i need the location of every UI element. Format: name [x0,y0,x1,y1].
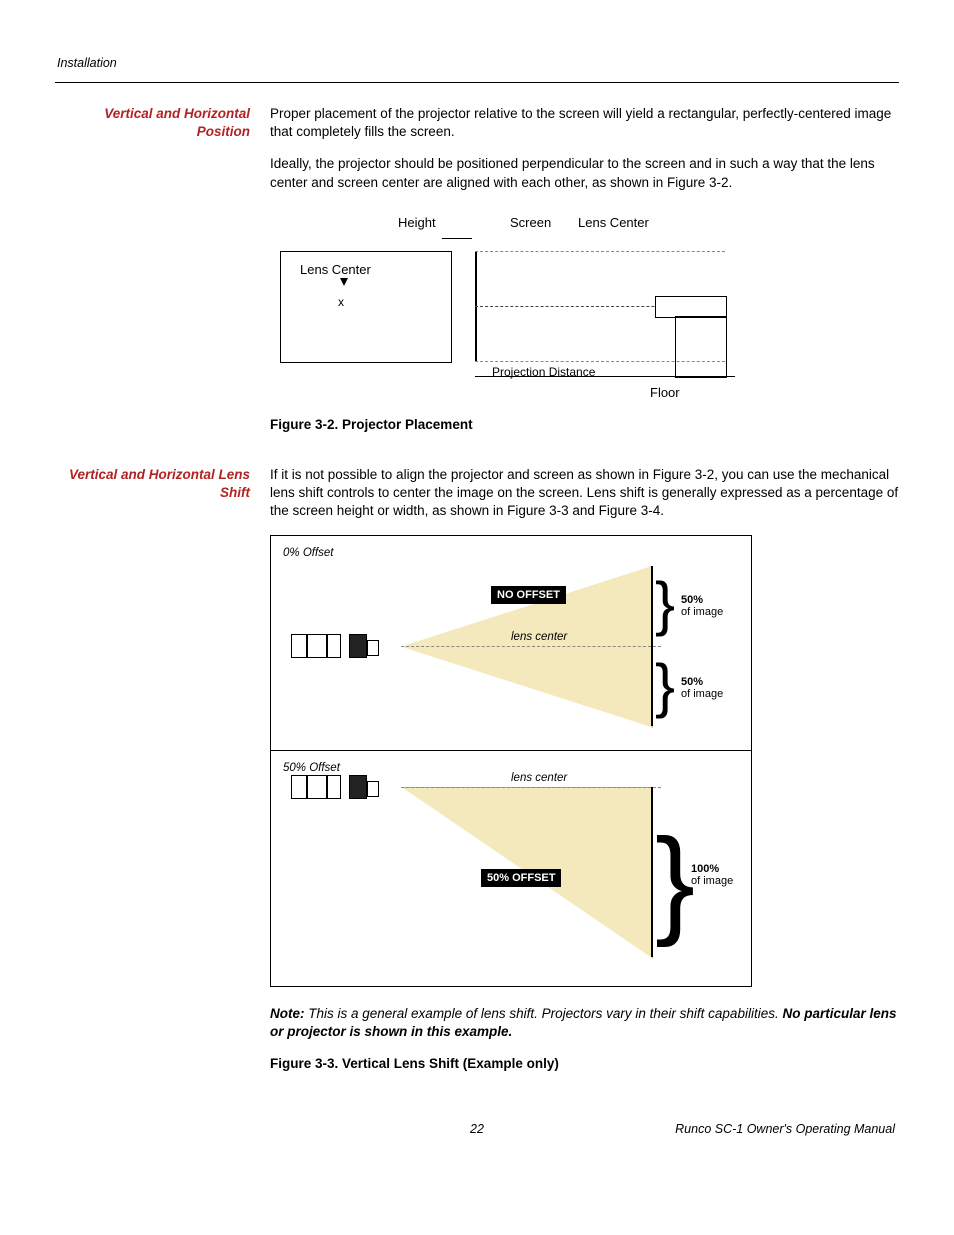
label-lenscenter-top: lens center [511,630,567,646]
page-number: 22 [470,1121,484,1138]
header-rule [55,82,899,83]
note-body: This is a general example of lens shift.… [305,1006,783,1021]
lenscenter-dash-bottom [401,787,661,788]
fig33-top-panel: 0% Offset NO OFFSET lens center } } 50%o… [271,536,751,750]
pill-50-offset: 50% OFFSET [481,869,561,888]
note-lensshift: Note: This is a general example of lens … [270,1005,899,1041]
para-placement: Proper placement of the projector relati… [270,105,899,141]
pill-no-offset: NO OFFSET [491,586,566,605]
section-vh-lensshift: Vertical and Horizontal Lens Shift If it… [55,466,899,1091]
label-projdist: Projection Distance [492,364,652,378]
side-heading-position: Vertical and Horizontal Position [104,106,250,139]
para-ideally: Ideally, the projector should be positio… [270,155,899,191]
height-leader [442,238,472,239]
projector-icon-top [291,634,411,662]
pct-50-top2: 50%of image [681,676,723,700]
pct-50-top1: 50%of image [681,594,723,618]
para-lensshift: If it is not possible to align the proje… [270,466,899,521]
brace-top2: } [655,656,675,716]
figure-3-3-caption: Figure 3-3. Vertical Lens Shift (Example… [270,1055,899,1073]
side-top-dash [475,251,725,253]
note-lead: Note: [270,1006,305,1021]
projector-side [655,296,727,318]
footer: 22 Runco SC-1 Owner's Operating Manual [55,1121,899,1138]
side-heading-lensshift: Vertical and Horizontal Lens Shift [69,467,250,500]
x-mark: x [338,294,344,310]
brace-bottom: } [655,821,695,941]
section-vh-position: Vertical and Horizontal Position Proper … [55,105,899,452]
projector-icon-bottom [291,775,411,803]
fig33-bottom-panel: 50% Offset lens center 50% OFFSET } 100%… [271,751,751,985]
brace-top1: } [655,574,675,634]
screen-line-bottom [651,787,653,957]
running-header: Installation [57,55,899,72]
pct-100-bottom: 100%of image [691,863,733,887]
front-view-box [280,251,452,363]
label-lenscenter-bottom: lens center [511,771,567,787]
lenscenter-dash-top [401,646,661,647]
figure-3-3: 0% Offset NO OFFSET lens center } } 50%o… [270,535,752,987]
figure-3-2: Height Screen Lens Center Lens Center Fl… [270,206,740,406]
x-arrow-icon [340,278,348,286]
label-lenscenter-top: Lens Center [578,214,649,232]
label-0pct-offset: 0% Offset [283,546,334,562]
manual-title: Runco SC-1 Owner's Operating Manual [675,1121,895,1138]
page: Installation Vertical and Horizontal Pos… [0,0,954,1178]
label-height: Height [398,214,436,232]
figure-3-2-caption: Figure 3-2. Projector Placement [270,416,899,434]
label-screen: Screen [510,214,551,232]
label-floor: Floor [650,384,680,402]
stand-box [675,316,727,378]
